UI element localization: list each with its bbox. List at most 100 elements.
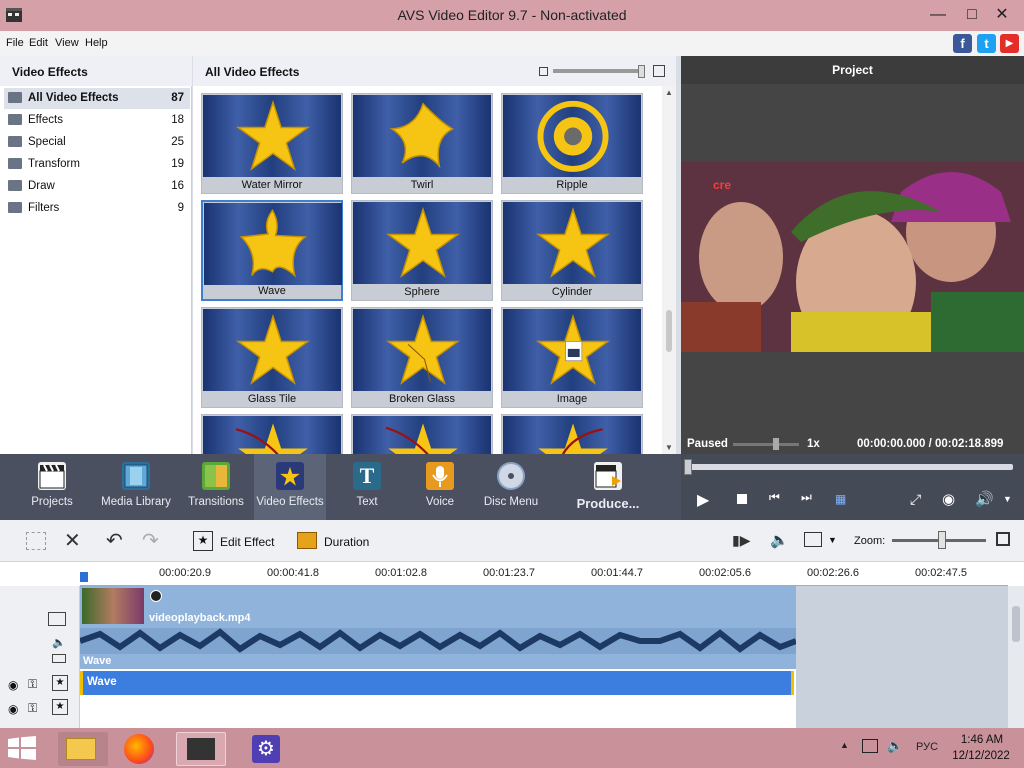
effect-tile-image[interactable]: Image: [501, 307, 643, 408]
zoom-slider-thumb[interactable]: [938, 531, 946, 549]
wave-effect-clip[interactable]: Wave: [80, 671, 794, 695]
category-transform[interactable]: Transform 19: [4, 154, 190, 175]
duration-icon[interactable]: [297, 532, 317, 549]
speed-slider[interactable]: [733, 443, 799, 446]
lock-icon[interactable]: ⚿: [28, 701, 37, 716]
playhead-marker[interactable]: [80, 572, 88, 582]
effect-clip-mini[interactable]: Wave: [80, 654, 796, 669]
volume-dropdown-icon[interactable]: ▼: [1003, 494, 1012, 504]
avs-taskbar-icon[interactable]: [176, 732, 226, 766]
folder-icon: [8, 202, 22, 213]
effect-tile-cylinder[interactable]: Cylinder: [501, 200, 643, 301]
voice-button[interactable]: Voice: [404, 454, 476, 520]
category-count: 18: [171, 114, 184, 126]
video-clip[interactable]: videoplayback.mp4: [80, 586, 796, 628]
previous-frame-icon[interactable]: ⏮: [769, 490, 780, 505]
video-preview[interactable]: cre: [681, 162, 1024, 352]
category-special[interactable]: Special 25: [4, 132, 190, 153]
time-ruler[interactable]: 00:00:20.9 00:00:41.8 00:01:02.8 00:01:2…: [80, 562, 1008, 586]
settings-gear-icon[interactable]: ⚙: [242, 732, 292, 766]
effect-tile-water-mirror[interactable]: Water Mirror: [201, 93, 343, 194]
next-frame-icon[interactable]: ⏭: [801, 490, 812, 505]
transitions-button[interactable]: Transitions: [180, 454, 252, 520]
menu-edit[interactable]: Edit: [29, 37, 48, 49]
playback-seek-bar[interactable]: [687, 464, 1013, 470]
category-filters[interactable]: Filters 9: [4, 198, 190, 219]
speed-slider-thumb[interactable]: [773, 438, 779, 450]
aspect-ratio-icon[interactable]: [804, 532, 822, 547]
effect-tile-sphere[interactable]: Sphere: [351, 200, 493, 301]
effect-tile-row4-1[interactable]: [201, 414, 343, 456]
aspect-dropdown-icon[interactable]: ▼: [828, 535, 837, 545]
eye-icon[interactable]: ◉: [8, 702, 18, 716]
twitter-icon[interactable]: t: [977, 34, 996, 53]
effect-tile-wave[interactable]: Wave: [201, 200, 343, 301]
scrollbar-thumb[interactable]: [666, 310, 672, 352]
duration-button[interactable]: Duration: [324, 535, 369, 549]
timeline-scrollbar-thumb[interactable]: [1012, 606, 1020, 642]
slider-thumb[interactable]: [638, 65, 645, 78]
menu-file[interactable]: File: [6, 37, 24, 49]
effect-tile-broken-glass[interactable]: Broken Glass: [351, 307, 493, 408]
stop-icon[interactable]: [737, 494, 747, 504]
category-effects[interactable]: Effects 18: [4, 110, 190, 131]
menu-help[interactable]: Help: [85, 37, 108, 49]
youtube-icon[interactable]: ▶: [1000, 34, 1019, 53]
vertical-scrollbar[interactable]: ▲ ▼: [662, 86, 676, 454]
small-size-icon[interactable]: [539, 67, 548, 76]
windows-start-icon[interactable]: [8, 736, 36, 763]
ruler-tick: 00:01:23.7: [483, 567, 535, 579]
disc-menu-button[interactable]: Disc Menu: [475, 454, 547, 520]
seek-thumb[interactable]: [684, 459, 692, 475]
audio-track-icon: 🔈: [52, 637, 66, 649]
fullscreen-icon[interactable]: ⤢: [910, 491, 921, 508]
edit-effect-icon[interactable]: ★: [193, 531, 213, 551]
delete-icon[interactable]: ✕: [64, 528, 81, 553]
audio-mixer-icon[interactable]: 🔈: [770, 531, 789, 549]
network-icon[interactable]: [862, 739, 878, 753]
tray-expand-icon[interactable]: ▲: [840, 740, 849, 750]
maximize-button[interactable]: □: [958, 4, 986, 26]
audio-waveform[interactable]: [79, 628, 798, 654]
effect-tile-row4-2[interactable]: [351, 414, 493, 456]
category-all-video-effects[interactable]: All Video Effects 87: [4, 88, 190, 109]
effect-tile-twirl[interactable]: Twirl: [351, 93, 493, 194]
menu-view[interactable]: View: [55, 37, 79, 49]
facebook-icon[interactable]: f: [953, 34, 972, 53]
close-button[interactable]: ✕: [988, 4, 1016, 26]
lock-icon[interactable]: ⚿: [28, 677, 37, 692]
undo-icon[interactable]: ↶: [106, 528, 123, 553]
timeline-empty-area[interactable]: [796, 586, 1008, 728]
minimize-button[interactable]: —: [924, 4, 952, 26]
tray-volume-icon[interactable]: 🔈: [887, 738, 903, 754]
video-effects-button[interactable]: Video Effects: [254, 454, 326, 520]
redo-icon[interactable]: ↷: [142, 528, 159, 553]
media-library-button[interactable]: Media Library: [100, 454, 172, 520]
edit-effect-button[interactable]: Edit Effect: [220, 535, 274, 549]
play-icon[interactable]: ▶: [697, 490, 709, 510]
scroll-down-icon[interactable]: ▼: [665, 443, 673, 452]
eye-icon[interactable]: ◉: [8, 678, 18, 692]
produce-button[interactable]: Produce...: [570, 454, 646, 520]
clock-date[interactable]: 12/12/2022: [948, 750, 1014, 762]
split-screen-icon[interactable]: ▦: [835, 492, 846, 506]
fit-timeline-icon[interactable]: [996, 532, 1010, 546]
effect-tile-row4-3[interactable]: [501, 414, 643, 456]
category-draw[interactable]: Draw 16: [4, 176, 190, 197]
file-explorer-icon[interactable]: [58, 732, 108, 766]
timeline-scrollbar[interactable]: [1008, 586, 1024, 728]
firefox-icon[interactable]: [116, 732, 166, 766]
clock-time[interactable]: 1:46 AM: [958, 734, 1006, 746]
large-size-icon[interactable]: [653, 65, 665, 77]
text-button[interactable]: T Text: [331, 454, 403, 520]
effect-tile-ripple[interactable]: Ripple: [501, 93, 643, 194]
trim-icon[interactable]: ▮▶: [732, 532, 750, 549]
volume-icon[interactable]: 🔊: [975, 490, 994, 508]
storyboard-icon[interactable]: [26, 532, 46, 550]
projects-button[interactable]: Projects: [16, 454, 88, 520]
thumbnail-size-slider[interactable]: [553, 69, 645, 73]
snapshot-camera-icon[interactable]: ◉: [942, 490, 955, 508]
input-language[interactable]: РУС: [916, 741, 938, 753]
effect-tile-glass-tile[interactable]: Glass Tile: [201, 307, 343, 408]
scroll-up-icon[interactable]: ▲: [665, 88, 673, 97]
